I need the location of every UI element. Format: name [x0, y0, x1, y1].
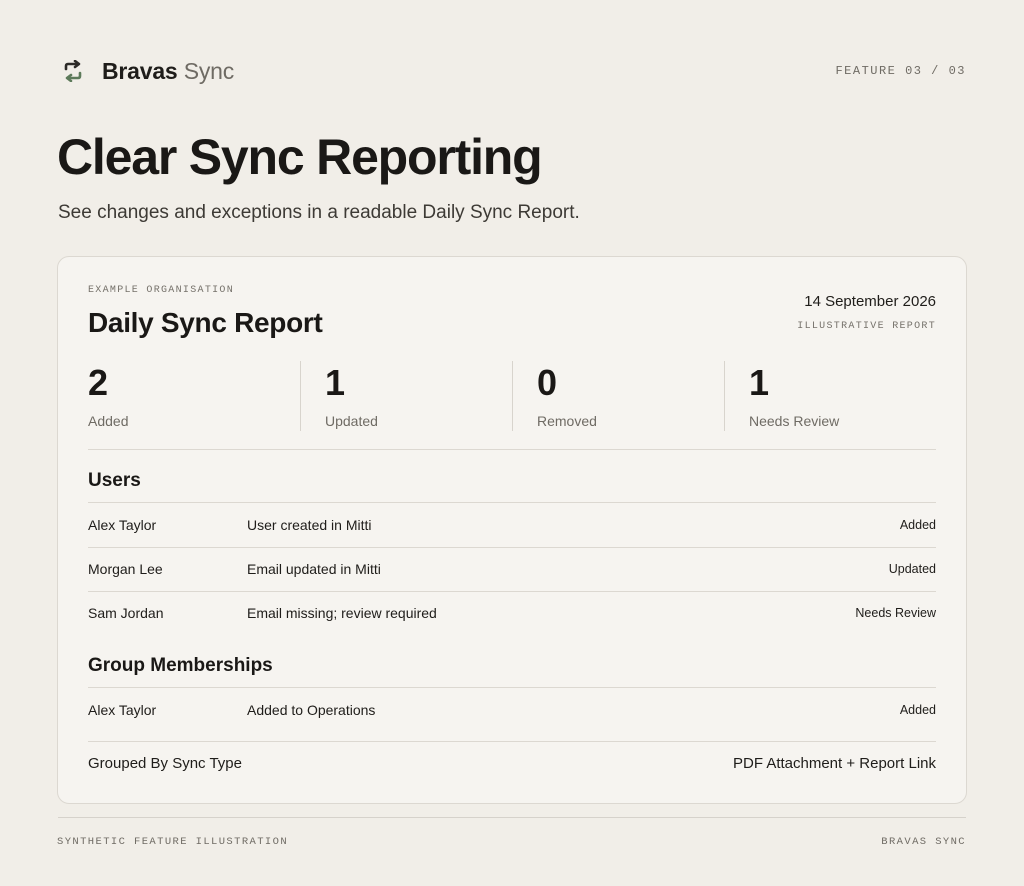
row-name: Alex Taylor [88, 517, 157, 533]
org-label: EXAMPLE ORGANISATION [88, 285, 235, 296]
row-status: Added [899, 518, 936, 532]
stat-value: 2 [88, 362, 109, 403]
section-title-group-memberships: Group Memberships [88, 655, 273, 676]
stat-updated: 1 Updated [300, 361, 512, 431]
row-status: Updated [888, 562, 936, 576]
table-row: Alex Taylor User created in Mitti Added [88, 503, 936, 547]
stat-label: Updated [325, 413, 378, 429]
footer-divider [58, 817, 966, 818]
brand: Bravas Sync [58, 56, 234, 86]
brand-name-strong: Bravas [102, 57, 178, 84]
brand-name-light: Sync [183, 57, 235, 84]
report-kind: ILLUSTRATIVE REPORT [797, 321, 936, 332]
stats-row: 2 Added 1 Updated 0 Removed 1 Needs Revi… [88, 361, 936, 431]
stat-label: Needs Review [749, 413, 840, 429]
brand-name: Bravas Sync [102, 58, 234, 85]
report-date: 14 September 2026 [804, 293, 936, 310]
section-title-users: Users [88, 470, 141, 491]
page-title: Clear Sync Reporting [57, 129, 543, 185]
row-description: User created in Mitti [247, 517, 372, 533]
row-status: Added [899, 703, 936, 717]
row-name: Sam Jordan [88, 605, 164, 621]
feature-counter: FEATURE 03 / 03 [835, 64, 966, 78]
table-row: Morgan Lee Email updated in Mitti Update… [88, 547, 936, 591]
table-row: Sam Jordan Email missing; review require… [88, 591, 936, 635]
stat-removed: 0 Removed [512, 361, 724, 431]
row-name: Morgan Lee [88, 561, 163, 577]
report-card-inner: EXAMPLE ORGANISATION Daily Sync Report 1… [88, 257, 936, 803]
footer-caption: SYNTHETIC FEATURE ILLUSTRATION [57, 836, 289, 848]
row-name: Alex Taylor [88, 702, 157, 718]
top-bar: Bravas Sync FEATURE 03 / 03 [58, 56, 966, 86]
stat-value: 1 [749, 362, 770, 403]
stat-needs-review: 1 Needs Review [724, 361, 936, 431]
row-description: Added to Operations [247, 702, 376, 718]
row-description: Email updated in Mitti [247, 561, 381, 577]
grouping-note: Grouped By Sync Type [88, 755, 242, 772]
footer-brand: BRAVAS SYNC [881, 836, 966, 848]
stat-label: Added [88, 413, 129, 429]
delivery-note: PDF Attachment + Report Link [732, 755, 936, 772]
divider [88, 449, 936, 450]
stat-added: 2 Added [88, 361, 300, 431]
row-description: Email missing; review required [247, 605, 437, 621]
report-card: EXAMPLE ORGANISATION Daily Sync Report 1… [57, 256, 967, 804]
divider [88, 741, 936, 742]
page-subtitle: See changes and exceptions in a readable… [58, 202, 580, 223]
stat-label: Removed [537, 413, 597, 429]
table-row: Alex Taylor Added to Operations Added [88, 688, 936, 732]
row-status: Needs Review [855, 606, 936, 620]
stat-value: 1 [325, 362, 346, 403]
stat-value: 0 [537, 362, 558, 403]
report-title: Daily Sync Report [88, 307, 323, 338]
report-footer: Grouped By Sync Type PDF Attachment + Re… [88, 755, 936, 772]
sync-arrows-icon [58, 56, 88, 86]
